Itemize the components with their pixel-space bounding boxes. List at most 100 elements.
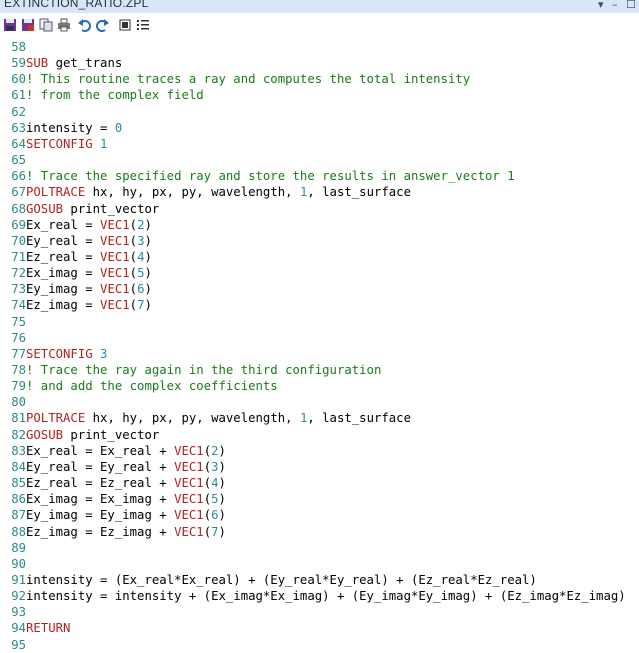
line-number: 73 [11, 282, 26, 297]
print-icon[interactable] [57, 18, 71, 32]
dropdown-icon[interactable]: ▾ [598, 0, 604, 11]
line-number: 76 [11, 330, 26, 345]
code-line[interactable]: 62 [0, 104, 26, 120]
code-line[interactable]: 60! This routine traces a ray and comput… [0, 71, 470, 87]
function-token: VEC1 [174, 476, 204, 491]
code-line[interactable]: 64SETCONFIG 1 [0, 136, 107, 152]
code-line[interactable]: 85Ez_real = Ez_real + VEC1(4) [0, 475, 226, 491]
line-number: 91 [11, 572, 26, 587]
code-text: ) [218, 524, 226, 539]
code-text: print_vector [63, 201, 160, 216]
code-line[interactable]: 71Ez_real = VEC1(4) [0, 249, 152, 265]
function-token: VEC1 [100, 282, 130, 297]
code-line[interactable]: 86Ex_imag = Ex_imag + VEC1(5) [0, 491, 226, 507]
code-line[interactable]: 81POLTRACE hx, hy, px, py, wavelength, 1… [0, 410, 411, 426]
code-line[interactable]: 87Ey_imag = Ey_imag + VEC1(6) [0, 507, 226, 523]
code-line[interactable]: 69Ex_real = VEC1(2) [0, 217, 152, 233]
code-text: intensity = intensity + (Ex_imag*Ex_imag… [26, 589, 626, 604]
code-text: ) [218, 508, 226, 523]
line-number: 84 [11, 459, 26, 474]
code-text: ) [218, 476, 226, 491]
comment-token: ! from the complex field [26, 88, 204, 103]
code-text: ( [129, 282, 138, 297]
number-token: 1 [100, 136, 108, 151]
minimize-icon[interactable]: – [612, 0, 618, 11]
code-line[interactable]: 88Ez_imag = Ez_imag + VEC1(7) [0, 524, 226, 540]
code-line[interactable]: 72Ex_imag = VEC1(5) [0, 265, 152, 281]
code-line[interactable]: 61! from the complex field [0, 87, 204, 103]
maximize-icon[interactable]: ☐ [626, 0, 636, 11]
line-number: 93 [11, 605, 26, 620]
stop-icon[interactable] [118, 18, 132, 32]
code-line[interactable]: 84Ey_real = Ey_real + VEC1(3) [0, 459, 226, 475]
keyword-token: SETCONFIG [26, 136, 93, 151]
line-number: 86 [11, 492, 26, 507]
code-line[interactable]: 89 [0, 540, 26, 556]
number-token: 6 [211, 508, 219, 523]
code-line[interactable]: 66! Trace the specified ray and store th… [0, 168, 515, 184]
keyword-token: SUB [26, 56, 49, 71]
code-line[interactable]: 93 [0, 604, 26, 620]
code-line[interactable]: 82GOSUB print_vector [0, 427, 159, 443]
number-token: 5 [211, 492, 219, 507]
code-line[interactable]: 65 [0, 152, 26, 168]
code-text: ) [218, 492, 226, 507]
line-number: 58 [11, 40, 26, 54]
line-number: 65 [11, 153, 26, 168]
line-number: 69 [11, 217, 26, 232]
line-number: 78 [11, 363, 26, 377]
code-text: hx, hy, px, py, wavelength, [85, 185, 300, 200]
code-line[interactable]: 78! Trace the ray again in the third con… [0, 362, 381, 378]
line-number: 62 [11, 104, 26, 119]
code-text: ) [218, 459, 226, 474]
code-text: ) [218, 443, 226, 458]
code-line[interactable]: 68GOSUB print_vector [0, 201, 159, 217]
line-number: 75 [11, 314, 26, 329]
code-line[interactable]: 75 [0, 314, 26, 330]
code-line[interactable]: 83Ex_real = Ex_real + VEC1(2) [0, 443, 226, 459]
code-line[interactable]: 79! and add the complex coefficients [0, 378, 278, 394]
code-line[interactable]: 92intensity = intensity + (Ex_imag*Ex_im… [0, 588, 626, 604]
code-line[interactable]: 94RETURN [0, 620, 70, 636]
number-token: 4 [211, 476, 219, 491]
code-text: ( [129, 233, 138, 248]
list-icon[interactable] [136, 18, 150, 32]
code-line[interactable]: 90 [0, 556, 26, 572]
code-line[interactable]: 73Ey_imag = VEC1(6) [0, 281, 152, 297]
code-text: ( [203, 508, 212, 523]
line-number: 74 [11, 298, 26, 313]
code-line[interactable]: 59SUB get_trans [0, 55, 122, 71]
code-line[interactable]: 63intensity = 0 [0, 120, 122, 136]
undo-icon[interactable] [77, 18, 91, 32]
code-line[interactable]: 74Ez_imag = VEC1(7) [0, 297, 152, 313]
save-as-icon[interactable] [21, 18, 35, 32]
function-token: VEC1 [100, 233, 130, 248]
code-line[interactable]: 91intensity = (Ex_real*Ex_real) + (Ey_re… [0, 572, 537, 588]
code-text: Ex_real = [26, 217, 101, 232]
code-line[interactable]: 67POLTRACE hx, hy, px, py, wavelength, 1… [0, 184, 411, 200]
code-line[interactable]: 76 [0, 330, 26, 346]
code-text: ( [203, 459, 212, 474]
line-number: 90 [11, 556, 26, 571]
function-token: VEC1 [174, 443, 204, 458]
code-text: ( [203, 476, 212, 491]
code-text: ( [203, 492, 212, 507]
line-number: 89 [11, 540, 26, 555]
function-token: VEC1 [100, 249, 130, 264]
code-text: ( [203, 443, 212, 458]
code-text: ) [144, 217, 152, 232]
code-line[interactable]: 70Ey_real = VEC1(3) [0, 233, 152, 249]
save-icon[interactable] [3, 18, 17, 32]
line-number: 61 [11, 88, 26, 103]
code-line[interactable]: 58 [0, 39, 26, 55]
code-line[interactable]: 80 [0, 394, 26, 410]
code-line[interactable]: 77SETCONFIG 3 [0, 346, 107, 362]
code-editor[interactable]: 58 59SUB get_trans 60! This routine traces… [0, 39, 639, 652]
code-text: intensity = (Ex_real*Ex_real) + (Ey_real… [26, 572, 537, 587]
function-token: VEC1 [174, 459, 204, 474]
redo-icon[interactable] [96, 18, 110, 32]
comment-token: ! Trace the specified ray and store the … [26, 169, 515, 184]
line-number: 94 [11, 621, 26, 636]
line-number: 64 [11, 136, 26, 151]
copy-icon[interactable] [39, 18, 53, 32]
